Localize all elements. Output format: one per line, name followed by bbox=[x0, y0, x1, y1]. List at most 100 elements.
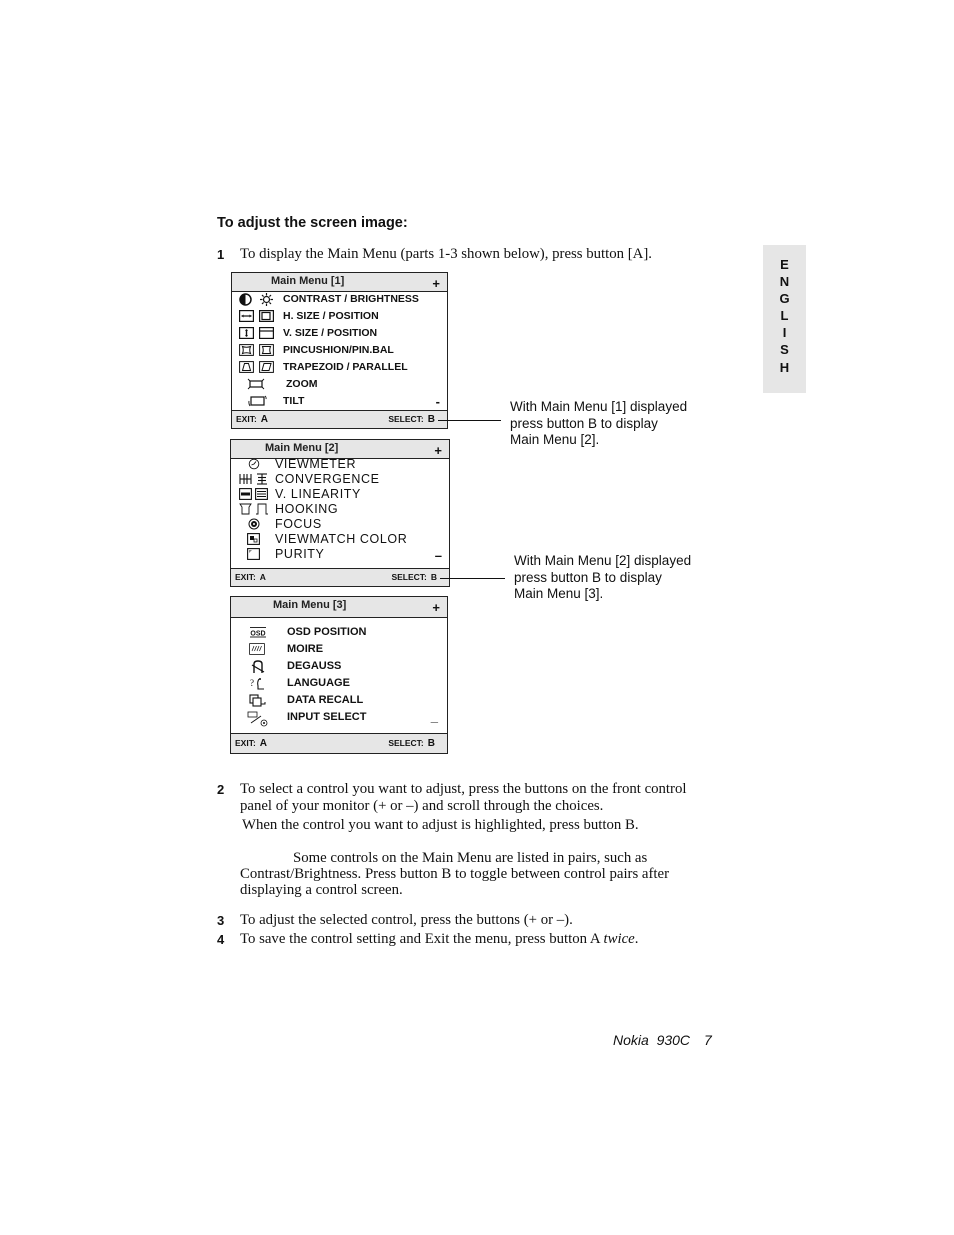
menu-item-contrast-brightness[interactable]: CONTRAST / BRIGHTNESS bbox=[232, 292, 447, 309]
step-2-followup: When the control you want to adjust is h… bbox=[242, 817, 639, 833]
menu-item-osd-position[interactable]: OSD OSD POSITION bbox=[231, 625, 447, 642]
step-text: To adjust the selected control, press th… bbox=[240, 912, 573, 928]
step-text-emphasis: twice bbox=[603, 931, 635, 947]
exit-key: A bbox=[259, 738, 268, 749]
minus-indicator: – bbox=[434, 548, 442, 563]
menu-header: Main Menu [1] + bbox=[232, 273, 447, 292]
step-number: 4 bbox=[217, 932, 225, 947]
menu-item-label: CONVERGENCE bbox=[275, 472, 380, 486]
select-hint: SELECT: B bbox=[388, 414, 435, 425]
menu-footer: EXIT: A SELECT: B bbox=[232, 410, 447, 428]
h-size-icon bbox=[239, 310, 254, 323]
callout-leader-line bbox=[438, 420, 501, 421]
exit-key: A bbox=[259, 572, 266, 582]
menu-item-label: ZOOM bbox=[286, 378, 318, 390]
tab-letter: I bbox=[782, 325, 787, 341]
degauss-icon bbox=[251, 660, 265, 673]
main-menu-3: Main Menu [3] + OSD OSD POSITION MOIRE D… bbox=[230, 596, 448, 754]
select-hint: SELECT: B bbox=[391, 572, 437, 582]
minus-indicator: - bbox=[435, 394, 440, 409]
step-text-line-1: To select a control you want to adjust, … bbox=[240, 781, 687, 797]
hooking-alt-icon bbox=[255, 503, 269, 516]
menu-item-h-size-position[interactable]: H. SIZE / POSITION bbox=[232, 309, 447, 326]
tab-letter: L bbox=[780, 308, 789, 324]
menu-item-trapezoid-parallel[interactable]: TRAPEZOID / PARALLEL bbox=[232, 360, 447, 377]
menu-item-label: VIEWMATCH COLOR bbox=[275, 532, 408, 546]
menu-item-label: DEGAUSS bbox=[287, 660, 342, 672]
callout-menu-2: With Main Menu [2] displayed press butto… bbox=[514, 553, 691, 603]
menu-item-input-select[interactable]: INPUT SELECT bbox=[231, 710, 447, 727]
menu-item-label: DATA RECALL bbox=[287, 694, 364, 706]
step-number: 3 bbox=[217, 913, 225, 928]
step-number: 2 bbox=[217, 782, 225, 797]
menu-item-label: OSD POSITION bbox=[287, 626, 367, 638]
menu-item-v-size-position[interactable]: V. SIZE / POSITION bbox=[232, 326, 447, 343]
select-hint: SELECT: B bbox=[388, 738, 435, 749]
exit-hint: EXIT: A bbox=[235, 572, 266, 582]
tilt-icon bbox=[247, 395, 267, 408]
step-text-end: . bbox=[634, 931, 639, 947]
brightness-icon bbox=[260, 293, 273, 306]
plus-indicator: + bbox=[432, 600, 440, 615]
tab-letter: N bbox=[779, 274, 790, 290]
callout-line-2: press button B to display bbox=[510, 415, 658, 431]
plus-indicator: + bbox=[434, 443, 442, 458]
input-select-icon bbox=[247, 711, 269, 727]
product-name: Nokia 930C bbox=[613, 1032, 691, 1048]
exit-hint: EXIT: A bbox=[236, 414, 268, 425]
menu-item-moire[interactable]: MOIRE bbox=[231, 642, 447, 659]
menu-item-label: INPUT SELECT bbox=[287, 711, 367, 723]
menu-item-tilt[interactable]: TILT bbox=[232, 394, 447, 411]
menu-item-label: H. SIZE / POSITION bbox=[283, 310, 379, 322]
exit-label: EXIT: bbox=[235, 572, 256, 582]
menu-header: Main Menu [3] + bbox=[231, 597, 447, 618]
menu-item-zoom[interactable]: ZOOM bbox=[232, 377, 447, 394]
callout-line-1: With Main Menu [2] displayed bbox=[514, 553, 692, 568]
select-key: B bbox=[427, 414, 435, 425]
menu-item-data-recall[interactable]: DATA RECALL bbox=[231, 693, 447, 710]
plus-indicator: + bbox=[432, 276, 440, 291]
language-tab-letters: E N G L I S H bbox=[763, 256, 806, 376]
callout-line-1: With Main Menu [1] displayed bbox=[510, 399, 688, 414]
callout-menu-1: With Main Menu [1] displayed press butto… bbox=[510, 399, 687, 449]
menu-item-label: V. SIZE / POSITION bbox=[283, 327, 378, 339]
menu-item-label: PURITY bbox=[275, 547, 325, 561]
section-heading: To adjust the screen image: bbox=[217, 215, 408, 231]
menu-item-label: MOIRE bbox=[287, 643, 324, 655]
minus-indicator: _ bbox=[430, 709, 438, 724]
select-label: SELECT: bbox=[391, 572, 427, 582]
menu-item-pincushion[interactable]: PINCUSHION/PIN.BAL bbox=[232, 343, 447, 360]
step-text-line-2: panel of your monitor (+ or –) and scrol… bbox=[240, 798, 604, 814]
menu-item-label: PINCUSHION/PIN.BAL bbox=[283, 344, 394, 356]
menu-item-label: V. LINEARITY bbox=[275, 487, 361, 501]
menu-item-label: TRAPEZOID / PARALLEL bbox=[283, 361, 408, 373]
menu-title: Main Menu [1] bbox=[271, 275, 345, 287]
h-convergence-icon bbox=[239, 473, 252, 486]
data-recall-icon bbox=[249, 694, 267, 707]
exit-hint: EXIT: A bbox=[235, 738, 267, 749]
exit-label: EXIT: bbox=[236, 414, 257, 424]
v-convergence-icon bbox=[256, 473, 268, 486]
tab-letter: H bbox=[779, 359, 790, 375]
svg-text:?: ? bbox=[250, 678, 254, 688]
menu-title: Main Menu [2] bbox=[265, 442, 339, 454]
menu-item-label: HOOKING bbox=[275, 502, 339, 516]
menu-item-degauss[interactable]: DEGAUSS bbox=[231, 659, 447, 676]
main-menu-1: Main Menu [1] + CONTRAST / BRIGHTNESS H.… bbox=[231, 272, 448, 429]
page-number: 7 bbox=[704, 1032, 712, 1048]
menu-item-language[interactable]: ? LANGUAGE bbox=[231, 676, 447, 693]
select-key: B bbox=[427, 738, 435, 749]
page-footer: Nokia 930C 7 bbox=[613, 1032, 712, 1048]
pincushion-icon bbox=[239, 344, 254, 357]
select-label: SELECT: bbox=[388, 738, 424, 748]
moire-icon bbox=[249, 643, 265, 656]
callout-line-2: press button B to display bbox=[514, 569, 662, 585]
pin-balance-icon bbox=[259, 344, 274, 357]
menu-title: Main Menu [3] bbox=[273, 599, 347, 611]
v-linearity-icon bbox=[239, 488, 252, 501]
step-text: To display the Main Menu (parts 1-3 show… bbox=[240, 246, 652, 262]
step-text: To save the control setting and Exit the… bbox=[240, 931, 638, 948]
exit-key: A bbox=[260, 414, 269, 425]
menu-item-purity[interactable]: PURITY bbox=[231, 547, 449, 564]
purity-icon bbox=[247, 548, 260, 561]
